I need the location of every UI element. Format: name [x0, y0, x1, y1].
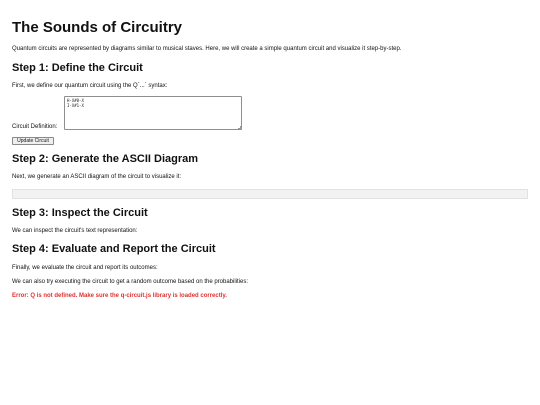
- circuit-definition-label: Circuit Definition:: [12, 124, 58, 130]
- step2-heading: Step 2: Generate the ASCII Diagram: [12, 153, 199, 165]
- step4-description-random: We can also try executing the circuit to…: [12, 279, 249, 285]
- step3-description: We can inspect the circuit's text repres…: [12, 228, 138, 234]
- error-message: Error: Q is not defined. Make sure the q…: [12, 293, 227, 299]
- circuit-definition-input[interactable]: [64, 96, 242, 130]
- step2-description: Next, we generate an ASCII diagram of th…: [12, 174, 182, 180]
- step4-description: Finally, we evaluate the circuit and rep…: [12, 265, 158, 271]
- step1-heading: Step 1: Define the Circuit: [12, 62, 143, 74]
- resize-handle-icon[interactable]: [238, 126, 241, 129]
- ascii-diagram-output: [12, 189, 528, 199]
- page-title: The Sounds of Circuitry: [12, 19, 183, 36]
- step3-heading: Step 3: Inspect the Circuit: [12, 207, 148, 219]
- step4-heading: Step 4: Evaluate and Report the Circuit: [12, 243, 216, 255]
- intro-text: Quantum circuits are represented by diag…: [12, 46, 402, 52]
- update-circuit-button[interactable]: Update Circuit: [12, 137, 54, 145]
- step1-description: First, we define our quantum circuit usi…: [12, 83, 168, 89]
